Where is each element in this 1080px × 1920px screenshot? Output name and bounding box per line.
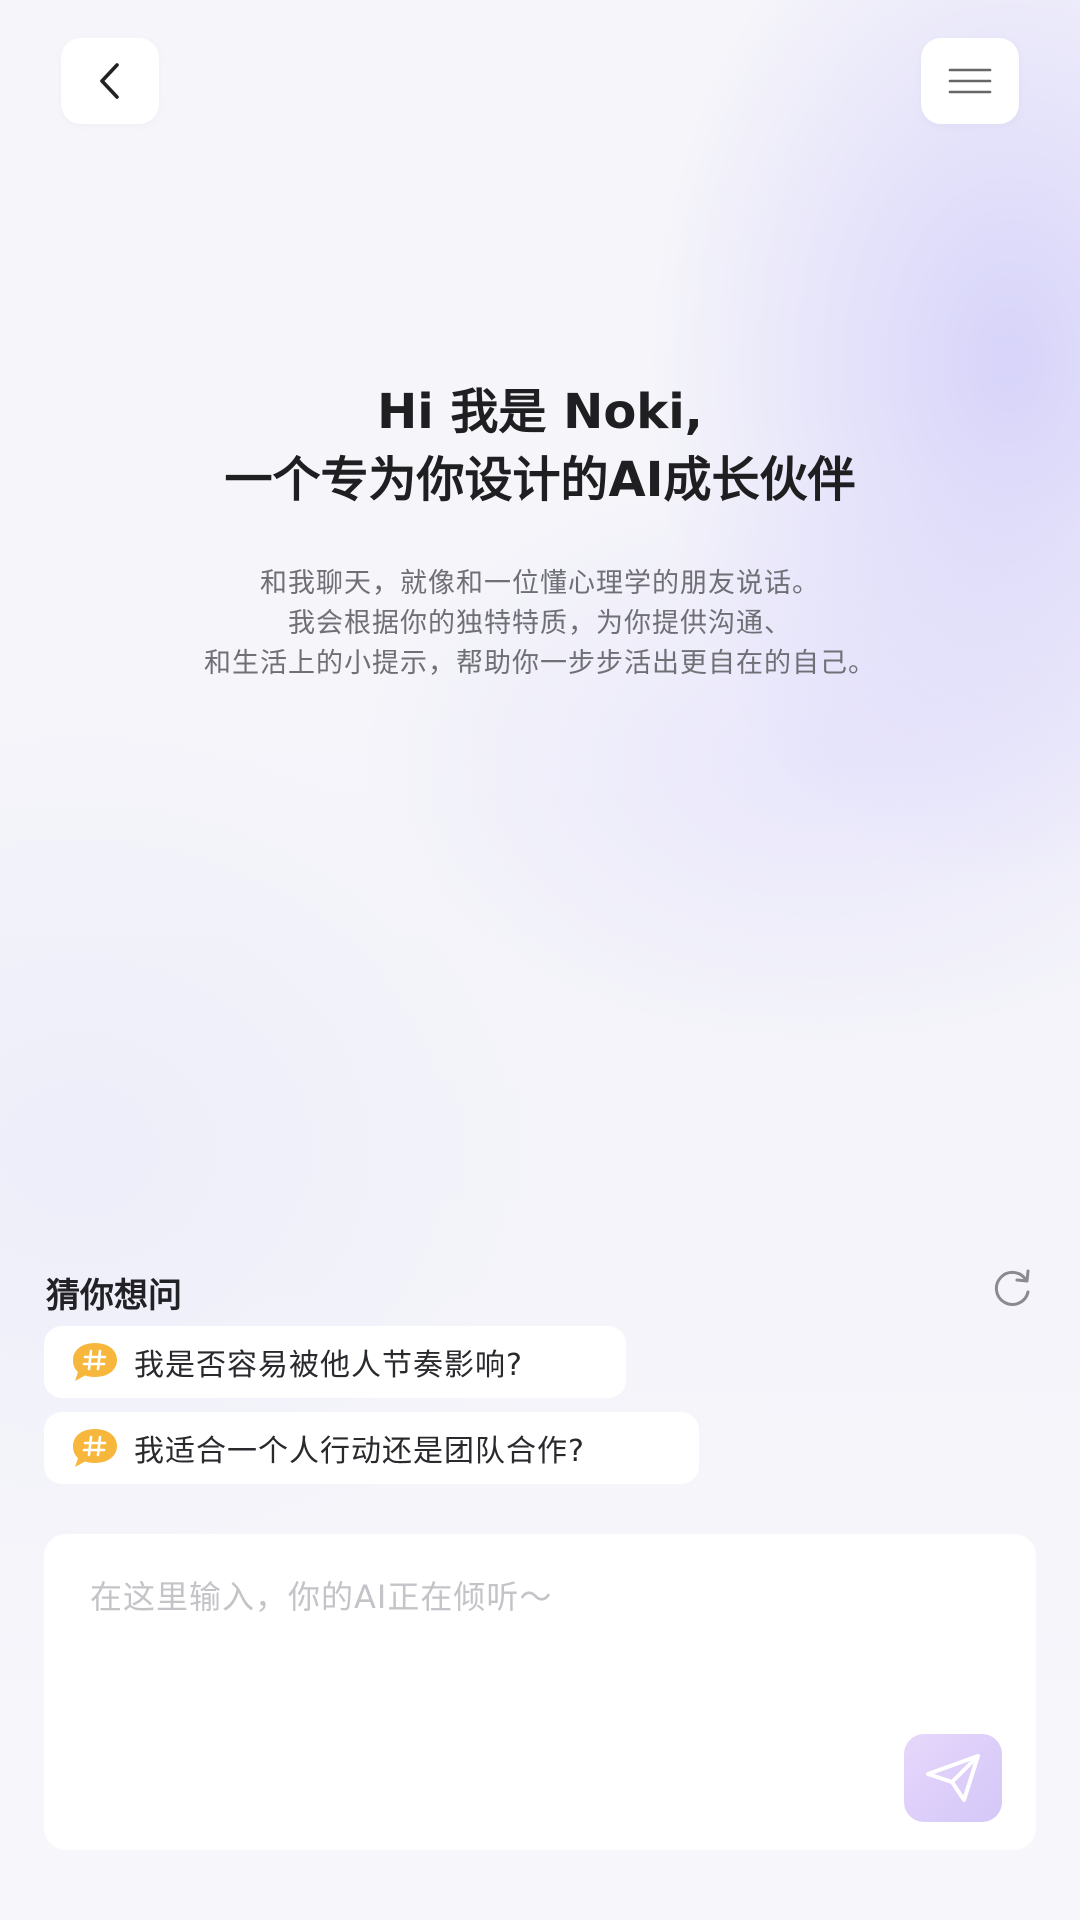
welcome-intro: 和我聊天，就像和一位懂心理学的朋友说话。 我会根据你的独特特质，为你提供沟通、 … [0,564,1080,684]
message-composer [44,1534,1036,1850]
welcome-title-line-1: Hi 我是 Noki, [377,384,703,440]
hamburger-menu-icon [948,68,992,94]
message-input[interactable] [88,1570,952,1754]
chevron-left-icon [100,63,119,99]
intro-line-1: 和我聊天，就像和一位懂心理学的朋友说话。 [260,568,820,599]
send-button[interactable] [904,1734,1002,1822]
refresh-icon [994,1269,1030,1306]
suggestions-title: 猜你想问 [46,1276,182,1316]
refresh-suggestions-button[interactable] [990,1266,1034,1310]
suggestion-text: 我是否容易被他人节奏影响? [134,1348,523,1383]
suggestion-chip[interactable]: 我是否容易被他人节奏影响? [44,1326,626,1398]
welcome-title: Hi 我是 Noki, 一个专为你设计的AI成长伙伴 [0,378,1080,514]
intro-line-3: 和生活上的小提示，帮助你一步步活出更自在的自己。 [204,648,876,679]
menu-button[interactable] [921,38,1019,124]
chat-welcome-screen: Hi 我是 Noki, 一个专为你设计的AI成长伙伴 和我聊天，就像和一位懂心理… [0,0,1080,1920]
welcome-title-line-2: 一个专为你设计的AI成长伙伴 [224,452,856,508]
intro-line-2: 我会根据你的独特特质，为你提供沟通、 [288,608,792,639]
hash-bubble-icon [73,1429,117,1467]
paper-plane-icon [926,1754,980,1802]
hash-bubble-icon [73,1343,117,1381]
suggestion-chip[interactable]: 我适合一个人行动还是团队合作? [44,1412,699,1484]
back-button[interactable] [61,38,159,124]
suggestion-text: 我适合一个人行动还是团队合作? [134,1434,585,1469]
